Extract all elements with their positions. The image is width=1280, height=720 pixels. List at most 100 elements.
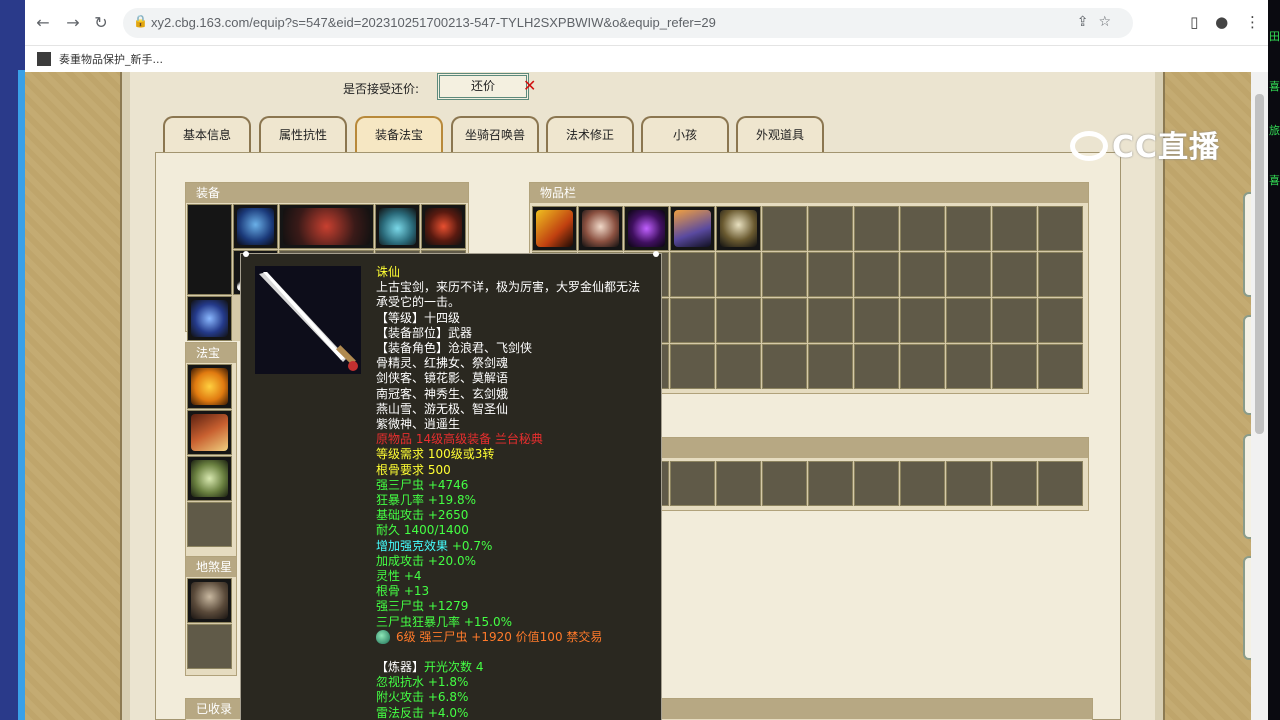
gem-line: 6级 强三尸虫 +1920 价值100 禁交易 (376, 629, 661, 645)
inventory-slot[interactable] (670, 252, 715, 297)
character-portrait (187, 204, 232, 295)
inventory-slot[interactable] (900, 206, 945, 251)
tab-appearance[interactable]: 外观道具 (736, 116, 824, 152)
inventory-slot[interactable] (808, 206, 853, 251)
inventory-slot[interactable] (1038, 298, 1083, 343)
storage-slot[interactable] (946, 461, 991, 506)
fabao-slot[interactable] (187, 410, 232, 455)
storage-slot[interactable] (762, 461, 807, 506)
inventory-slot[interactable] (992, 252, 1037, 297)
item-name: 诛仙 (376, 265, 401, 279)
inventory-slot[interactable] (992, 344, 1037, 389)
tab-children[interactable]: 小孩 (641, 116, 729, 152)
item-desc: 承受它的一击。 (376, 295, 461, 310)
refine-value: 开光次数 4 (424, 660, 484, 675)
inventory-slot[interactable] (624, 206, 669, 251)
inventory-slot[interactable] (762, 344, 807, 389)
scrollbar-thumb[interactable] (1255, 94, 1264, 434)
inventory-slot[interactable] (946, 252, 991, 297)
item-desc: 上古宝剑，来历不详，极为厉害，大罗金仙都无法 (376, 280, 641, 295)
equip-slot-amulet[interactable] (421, 204, 466, 249)
tab-attributes[interactable]: 属性抗性 (259, 116, 347, 152)
fabao-header: 法宝 (186, 343, 236, 363)
inventory-slot[interactable] (854, 206, 899, 251)
equip-slot-helmet[interactable] (233, 204, 278, 249)
dishaxing-slot[interactable] (187, 578, 232, 623)
fabao-slot[interactable] (187, 456, 232, 501)
tooltip-text: 诛仙 上古宝剑，来历不详，极为厉害，大罗金仙都无法 承受它的一击。 【等级】十四… (376, 265, 661, 720)
profile-icon[interactable]: ● (1215, 13, 1228, 31)
item-tooltip: 诛仙 上古宝剑，来历不详，极为厉害，大罗金仙都无法 承受它的一击。 【等级】十四… (240, 251, 662, 720)
url-text[interactable]: xy2.cbg.163.com/equip?s=547&eid=20231025… (151, 15, 716, 30)
item-roles: 燕山雪、游无极、智圣仙 (376, 401, 509, 416)
equip-slot-necklace[interactable] (279, 204, 374, 249)
storage-slot[interactable] (808, 461, 853, 506)
menu-icon[interactable]: ⋮ (1245, 13, 1260, 31)
inventory-slot[interactable] (1038, 344, 1083, 389)
inventory-slot[interactable] (946, 298, 991, 343)
inventory-slot[interactable] (946, 206, 991, 251)
inventory-slot[interactable] (946, 344, 991, 389)
refine-attr: 忽视抗水 +1.8% (376, 675, 469, 690)
inventory-slot[interactable] (716, 344, 761, 389)
share-star-icons[interactable]: ⇪☆ (1077, 14, 1121, 30)
inventory-slot[interactable] (854, 344, 899, 389)
fabao-slot[interactable] (187, 364, 232, 409)
req-level: 等级需求 100级或3转 (376, 447, 495, 462)
inventory-slot[interactable] (578, 206, 623, 251)
storage-slot[interactable] (854, 461, 899, 506)
inventory-slot[interactable] (762, 252, 807, 297)
storage-slot[interactable] (670, 461, 715, 506)
inventory-slot[interactable] (854, 298, 899, 343)
inventory-slot[interactable] (900, 252, 945, 297)
dishaxing-slot[interactable] (187, 624, 232, 669)
equipment-header: 装备 (186, 183, 468, 203)
tab-basic-info[interactable]: 基本信息 (163, 116, 251, 152)
inventory-slot[interactable] (1038, 252, 1083, 297)
tab-spell-mods[interactable]: 法术修正 (546, 116, 634, 152)
counter-offer-button[interactable]: 还价 (437, 73, 529, 100)
inventory-slot[interactable] (900, 344, 945, 389)
storage-slot[interactable] (992, 461, 1037, 506)
item-roles: 剑侠客、镜花影、莫解语 (376, 371, 509, 386)
attr-line: 强三尸虫 +4746 (376, 477, 469, 492)
lock-icon[interactable]: 🔒 (133, 14, 151, 32)
inventory-slot[interactable] (762, 298, 807, 343)
inventory-slot[interactable] (670, 206, 715, 251)
tab-equipment[interactable]: 装备法宝 (355, 116, 443, 152)
equip-slot-armor[interactable] (187, 296, 232, 341)
sidepanel-icon[interactable]: ▯ (1190, 13, 1198, 31)
inventory-slot[interactable] (992, 206, 1037, 251)
inventory-slot[interactable] (762, 206, 807, 251)
address-bar[interactable]: 🔒 xy2.cbg.163.com/equip?s=547&eid=202310… (123, 8, 1133, 38)
inventory-slot[interactable] (716, 298, 761, 343)
forward-icon[interactable]: → (63, 13, 83, 33)
inventory-slot[interactable] (670, 344, 715, 389)
attr-line: 加成攻击 +20.0% (376, 553, 476, 568)
inventory-slot[interactable] (992, 298, 1037, 343)
page-scrollbar[interactable] (1251, 72, 1268, 720)
reload-icon[interactable]: ↻ (91, 13, 111, 33)
attr-line: 灵性 +4 (376, 569, 422, 584)
bookmark-item[interactable]: 奏重物品保护_新手... (37, 51, 163, 67)
inventory-slot[interactable] (1038, 206, 1083, 251)
inventory-slot[interactable] (716, 206, 761, 251)
storage-slot[interactable] (1038, 461, 1083, 506)
special-attr-value: +0.7% (448, 538, 493, 553)
equip-slot-crown[interactable] (375, 204, 420, 249)
inventory-slot[interactable] (808, 298, 853, 343)
storage-slot[interactable] (716, 461, 761, 506)
fabao-slot[interactable] (187, 502, 232, 547)
back-icon[interactable]: ← (33, 13, 53, 33)
storage-slot[interactable] (900, 461, 945, 506)
inventory-slot[interactable] (808, 252, 853, 297)
item-roles: 紫微神、逍遥生 (376, 417, 461, 432)
tab-mounts-pets[interactable]: 坐骑召唤兽 (451, 116, 539, 152)
inventory-slot[interactable] (900, 298, 945, 343)
inventory-slot[interactable] (670, 298, 715, 343)
inventory-slot[interactable] (808, 344, 853, 389)
inventory-slot[interactable] (716, 252, 761, 297)
inventory-slot[interactable] (854, 252, 899, 297)
item-slot: 【装备部位】武器 (376, 325, 473, 340)
inventory-slot[interactable] (532, 206, 577, 251)
